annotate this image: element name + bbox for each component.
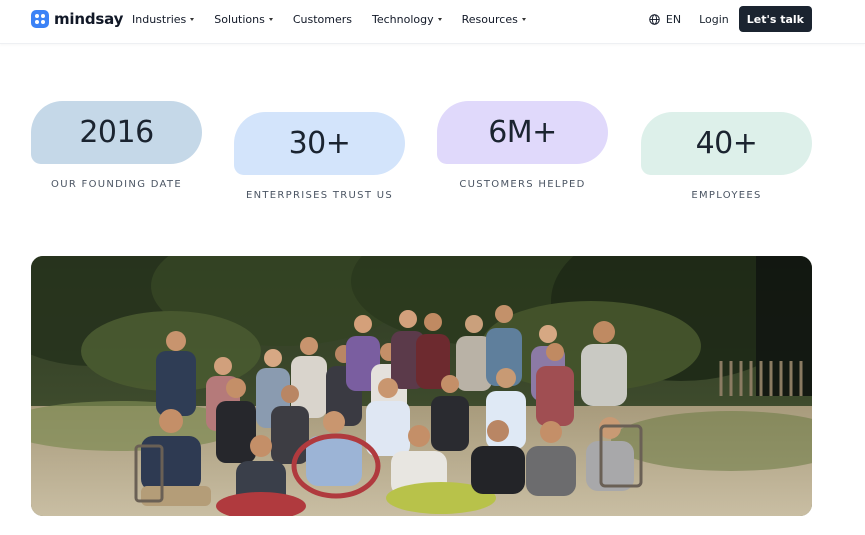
main-menu: Industries Solutions Customers Technolog… xyxy=(132,0,546,38)
nav-resources-label: Resources xyxy=(461,12,518,26)
nav-industries-label: Industries xyxy=(132,12,187,26)
nav-technology-label: Technology xyxy=(372,12,434,26)
stat-value: 30+ xyxy=(288,126,351,161)
nav-resources[interactable]: Resources xyxy=(462,13,526,26)
globe-icon xyxy=(649,13,660,25)
lets-talk-button[interactable]: Let's talk xyxy=(738,6,812,32)
stat-employees-pill: 40+ xyxy=(641,112,812,175)
nav-industries[interactable]: Industries xyxy=(132,12,195,26)
stat-label: CUSTOMERS HELPED xyxy=(459,179,586,190)
stat-value: 6M+ xyxy=(488,115,557,150)
stat-founding-pill: 2016 xyxy=(31,101,202,164)
nav-customers[interactable]: Customers xyxy=(293,13,352,26)
language-selector[interactable]: EN xyxy=(649,13,681,26)
team-photo-image xyxy=(31,256,812,516)
mindsay-logo-icon xyxy=(31,10,49,28)
brand-name: mindsay xyxy=(54,10,124,28)
chevron-down-icon xyxy=(190,17,195,21)
nav-customers-label: Customers xyxy=(292,12,353,26)
chevron-down-icon xyxy=(521,17,526,21)
language-label: EN xyxy=(665,12,682,26)
top-navigation: mindsay Industries Solutions Customers T… xyxy=(0,0,865,44)
stat-label: EMPLOYEES xyxy=(691,190,762,201)
stat-customers-pill: 6M+ xyxy=(437,101,608,164)
team-photo xyxy=(31,256,812,516)
stat-label: ENTERPRISES TRUST US xyxy=(246,190,393,201)
stat-label: OUR FOUNDING DATE xyxy=(51,179,182,190)
stat-value: 2016 xyxy=(79,115,154,150)
stat-enterprises-pill: 30+ xyxy=(234,112,405,175)
nav-solutions-label: Solutions xyxy=(214,12,265,26)
nav-actions: EN Login Let's talk xyxy=(649,6,812,32)
brand-logo[interactable]: mindsay xyxy=(31,10,123,28)
nav-solutions[interactable]: Solutions xyxy=(214,13,273,26)
nav-technology[interactable]: Technology xyxy=(372,13,442,26)
chevron-down-icon xyxy=(268,17,273,21)
chevron-down-icon xyxy=(437,17,442,21)
stat-value: 40+ xyxy=(695,126,758,161)
login-link[interactable]: Login xyxy=(699,13,729,26)
